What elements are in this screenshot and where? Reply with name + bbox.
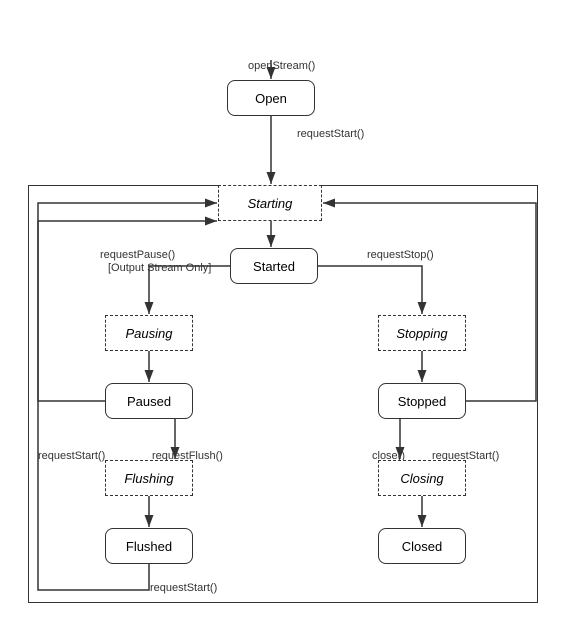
state-stopping: Stopping bbox=[378, 315, 466, 351]
label-requestpause: requestPause() bbox=[100, 249, 175, 261]
label-requeststart3: requestStart() bbox=[150, 582, 217, 594]
state-paused: Paused bbox=[105, 383, 193, 419]
label-requeststop: requestStop() bbox=[367, 249, 434, 261]
label-outputstreamonly: [Output Stream Only] bbox=[108, 262, 211, 274]
state-starting: Starting bbox=[218, 185, 322, 221]
state-closed: Closed bbox=[378, 528, 466, 564]
label-requeststart2: requestStart() bbox=[38, 450, 105, 462]
label-openstream: openStream() bbox=[248, 60, 315, 72]
state-stopped: Stopped bbox=[378, 383, 466, 419]
state-closing: Closing bbox=[378, 460, 466, 496]
state-started: Started bbox=[230, 248, 318, 284]
state-flushed: Flushed bbox=[105, 528, 193, 564]
state-diagram: openStream() Open requestStart() Startin… bbox=[0, 0, 574, 631]
state-pausing: Pausing bbox=[105, 315, 193, 351]
state-flushing: Flushing bbox=[105, 460, 193, 496]
label-requeststart1: requestStart() bbox=[297, 128, 364, 140]
state-open: Open bbox=[227, 80, 315, 116]
